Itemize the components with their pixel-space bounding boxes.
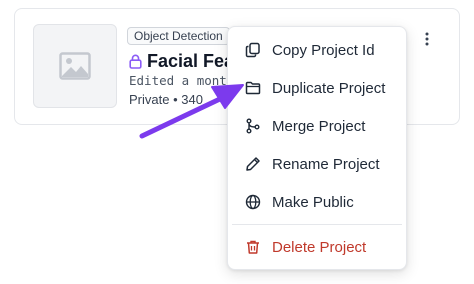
git-merge-icon: [246, 118, 260, 134]
project-meta: Private • 340: [129, 92, 203, 107]
menu-item-merge-project[interactable]: Merge Project: [228, 107, 406, 145]
project-title-row[interactable]: Facial Fea: [129, 49, 234, 73]
menu-item-label: Duplicate Project: [272, 79, 386, 97]
trash-icon: [247, 240, 259, 254]
more-options-button[interactable]: [417, 27, 437, 51]
kebab-menu-icon: [425, 32, 429, 46]
image-placeholder-icon: [59, 52, 91, 80]
project-title[interactable]: Facial Fea: [147, 51, 234, 72]
menu-item-rename-project[interactable]: Rename Project: [228, 145, 406, 183]
menu-item-copy-project-id[interactable]: Copy Project Id: [228, 31, 406, 69]
menu-item-make-public[interactable]: Make Public: [228, 183, 406, 221]
lock-icon: [129, 54, 142, 69]
menu-item-label: Delete Project: [272, 238, 367, 256]
folder-icon: [245, 81, 261, 95]
project-context-menu: Copy Project Id Duplicate Project Merge …: [227, 26, 407, 270]
menu-item-duplicate-project[interactable]: Duplicate Project: [228, 69, 406, 107]
menu-item-delete-project[interactable]: Delete Project: [228, 228, 406, 266]
project-thumbnail: [33, 24, 117, 108]
menu-item-label: Merge Project: [272, 117, 366, 135]
menu-item-label: Copy Project Id: [272, 41, 375, 59]
globe-icon: [245, 194, 261, 210]
copy-icon: [245, 42, 260, 58]
menu-divider: [232, 224, 402, 225]
pencil-icon: [246, 157, 260, 171]
menu-item-label: Make Public: [272, 193, 354, 211]
edited-timestamp: Edited a mont: [129, 73, 227, 88]
project-type-badge: Object Detection: [127, 27, 230, 45]
menu-item-label: Rename Project: [272, 155, 380, 173]
